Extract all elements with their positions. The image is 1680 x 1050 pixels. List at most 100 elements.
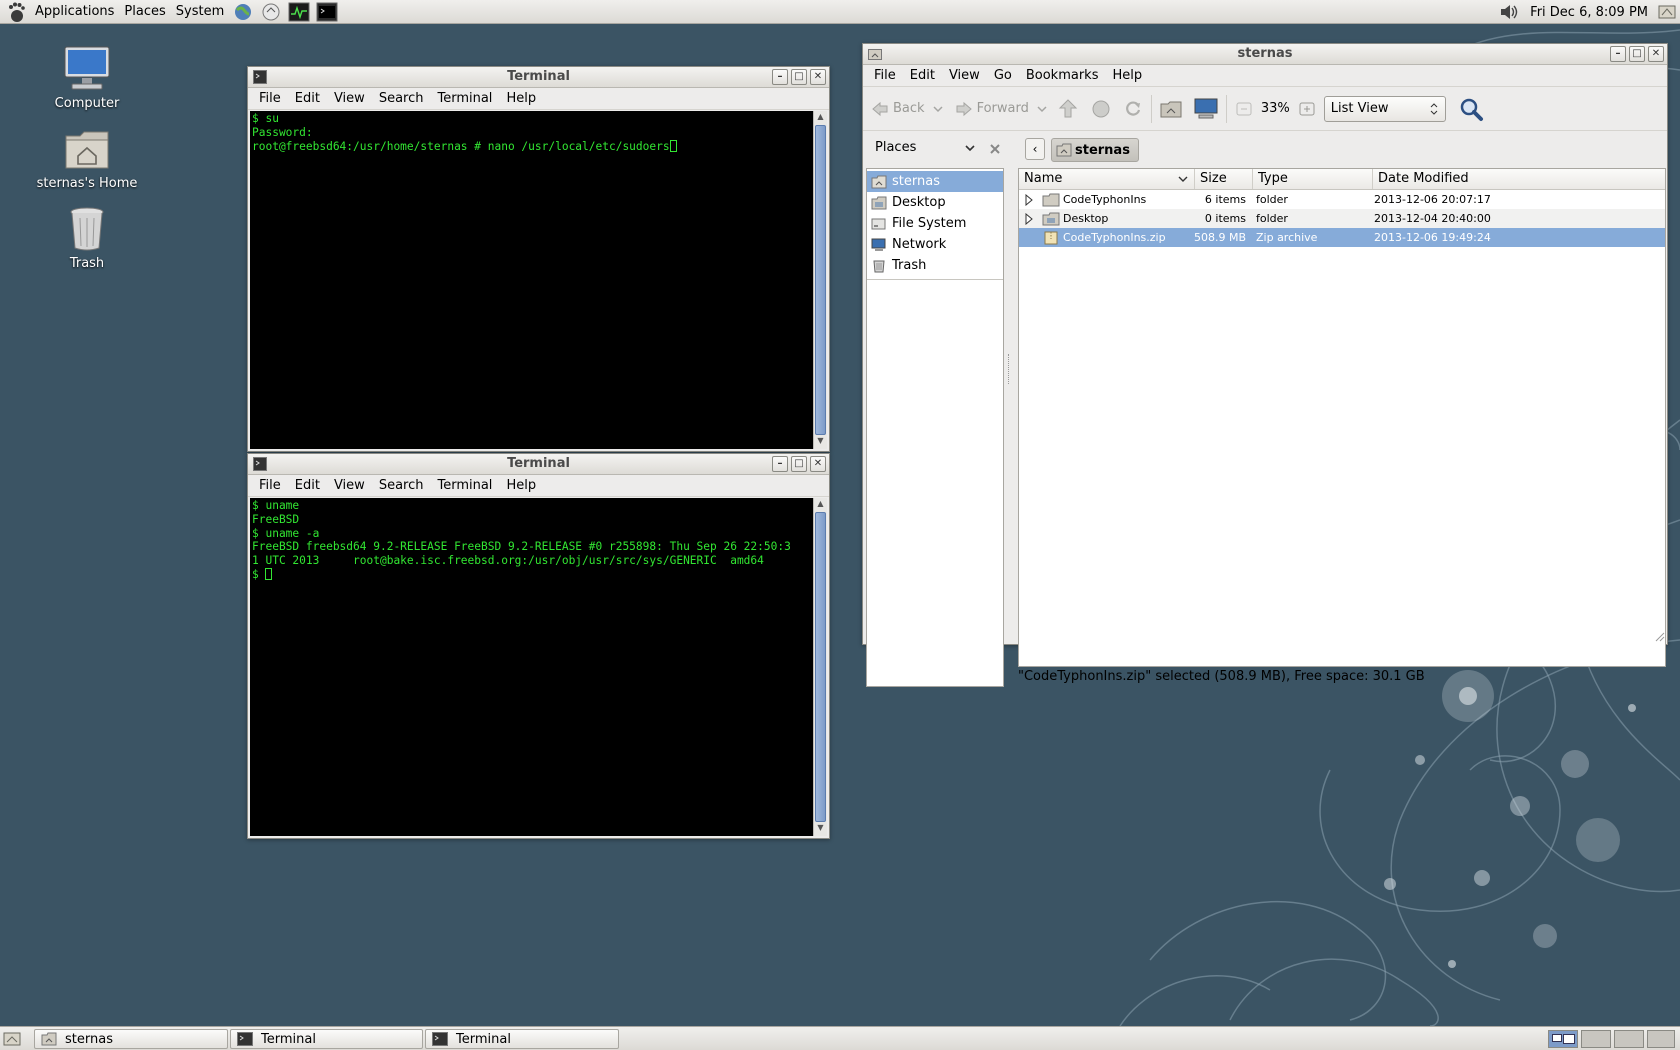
applications-menu[interactable]: Applications: [30, 0, 119, 24]
close-icon[interactable]: [989, 143, 1001, 155]
computer-icon[interactable]: [1194, 98, 1218, 120]
column-size[interactable]: Size: [1195, 169, 1253, 189]
places-sidebar: sternas Desktop File System Network Tras…: [866, 168, 1004, 687]
stop-icon[interactable]: [1091, 99, 1111, 119]
sidebar-item-network[interactable]: Network: [867, 234, 1003, 255]
minimize-button[interactable]: –: [772, 456, 788, 472]
taskbar-item-terminal-1[interactable]: Terminal: [230, 1029, 423, 1049]
taskbar-item-sternas[interactable]: sternas: [34, 1029, 228, 1049]
file-type: folder: [1256, 212, 1288, 225]
maximize-button[interactable]: □: [1629, 46, 1645, 62]
titlebar[interactable]: sternas – □ ✕: [863, 44, 1667, 65]
scrollbar-thumb[interactable]: [815, 125, 826, 435]
reload-icon[interactable]: [1123, 99, 1143, 119]
desktop-icon-label: Trash: [69, 256, 105, 271]
chevron-down-icon[interactable]: [1035, 104, 1049, 114]
terminal-output[interactable]: $ uname FreeBSD $ uname -a FreeBSD freebsd6…: [250, 498, 813, 836]
taskbar-item-terminal-2[interactable]: Terminal: [425, 1029, 619, 1049]
close-button[interactable]: ✕: [810, 456, 826, 472]
maximize-button[interactable]: □: [791, 456, 807, 472]
menu-terminal[interactable]: Terminal: [430, 91, 499, 106]
menu-terminal[interactable]: Terminal: [430, 478, 499, 493]
pane-resize-handle[interactable]: [1008, 354, 1011, 384]
menu-view[interactable]: View: [327, 91, 372, 106]
scroll-down-arrow[interactable]: ▼: [814, 436, 827, 448]
show-desktop-icon[interactable]: [1658, 3, 1676, 21]
column-date-modified[interactable]: Date Modified: [1373, 169, 1665, 189]
desktop-icon-home[interactable]: sternas's Home: [27, 124, 147, 191]
resize-grip-icon[interactable]: [1653, 630, 1665, 642]
menu-edit[interactable]: Edit: [288, 478, 327, 493]
email-client-launcher-icon[interactable]: [260, 2, 282, 22]
titlebar[interactable]: Terminal – □ ✕: [248, 67, 829, 88]
chevron-down-icon[interactable]: [931, 104, 945, 114]
expander-triangle-icon[interactable]: [1022, 212, 1036, 225]
expander-triangle-icon[interactable]: [1022, 193, 1036, 206]
sidebar-item-trash[interactable]: Trash: [867, 255, 1003, 276]
file-row[interactable]: CodeTyphonIns 6 items folder 2013-12-06 …: [1019, 190, 1665, 209]
scroll-down-arrow[interactable]: ▼: [814, 823, 827, 835]
path-back-button[interactable]: ‹: [1025, 138, 1045, 160]
scroll-up-arrow[interactable]: ▲: [814, 499, 827, 511]
menu-edit[interactable]: Edit: [903, 68, 942, 83]
workspace-2[interactable]: [1581, 1030, 1611, 1048]
maximize-button[interactable]: □: [791, 69, 807, 85]
column-name[interactable]: Name: [1019, 169, 1195, 189]
web-browser-launcher-icon[interactable]: [232, 2, 254, 22]
menu-search[interactable]: Search: [372, 478, 431, 493]
menu-go[interactable]: Go: [987, 68, 1019, 83]
desktop-icon-computer[interactable]: Computer: [27, 44, 147, 111]
sidebar-item-desktop[interactable]: Desktop: [867, 192, 1003, 213]
menu-bookmarks[interactable]: Bookmarks: [1019, 68, 1106, 83]
places-menu[interactable]: Places: [119, 0, 170, 24]
menu-help[interactable]: Help: [499, 478, 543, 493]
menu-search[interactable]: Search: [372, 91, 431, 106]
menu-file[interactable]: File: [252, 91, 288, 106]
menu-file[interactable]: File: [252, 478, 288, 493]
show-desktop-icon[interactable]: [3, 1031, 21, 1047]
titlebar[interactable]: Terminal – □ ✕: [248, 454, 829, 475]
up-arrow-icon[interactable]: [1057, 98, 1079, 120]
zoom-out-icon[interactable]: [1235, 100, 1253, 118]
path-bar-button[interactable]: sternas: [1051, 138, 1139, 162]
view-mode-select[interactable]: List View: [1323, 95, 1446, 122]
home-folder-icon[interactable]: [1160, 99, 1182, 119]
sidebar-item-sternas[interactable]: sternas: [867, 171, 1003, 192]
menu-edit[interactable]: Edit: [288, 91, 327, 106]
sidebar-item-file-system[interactable]: File System: [867, 213, 1003, 234]
menu-help[interactable]: Help: [1105, 68, 1149, 83]
workspace-4[interactable]: [1647, 1030, 1675, 1048]
file-row[interactable]: CodeTyphonIns.zip 508.9 MB Zip archive 2…: [1019, 228, 1665, 247]
file-name: CodeTyphonIns: [1063, 193, 1147, 206]
menu-help[interactable]: Help: [499, 91, 543, 106]
minimize-button[interactable]: –: [772, 69, 788, 85]
vertical-scrollbar[interactable]: ▲ ▼: [813, 111, 827, 449]
scrollbar-thumb[interactable]: [815, 512, 826, 822]
vertical-scrollbar[interactable]: ▲ ▼: [813, 498, 827, 836]
taskbar-item-label: Terminal: [456, 1031, 511, 1047]
menu-view[interactable]: View: [942, 68, 987, 83]
terminal-launcher-icon[interactable]: [316, 2, 338, 22]
back-button[interactable]: Back: [871, 100, 925, 118]
volume-icon[interactable]: [1498, 2, 1520, 22]
menu-file[interactable]: File: [867, 68, 903, 83]
close-button[interactable]: ✕: [810, 69, 826, 85]
search-icon[interactable]: [1458, 96, 1484, 122]
terminal-output[interactable]: $ su Password: root@freebsd64:/usr/home/st…: [250, 111, 813, 449]
desktop-icon-trash[interactable]: Trash: [27, 204, 147, 271]
minimize-button[interactable]: –: [1610, 46, 1626, 62]
zoom-in-icon[interactable]: [1298, 100, 1316, 118]
clock[interactable]: Fri Dec 6, 8:09 PM: [1520, 5, 1658, 20]
system-monitor-launcher-icon[interactable]: [288, 2, 310, 22]
close-button[interactable]: ✕: [1648, 46, 1664, 62]
gnome-foot-icon[interactable]: [6, 1, 26, 23]
scroll-up-arrow[interactable]: ▲: [814, 112, 827, 124]
forward-button[interactable]: Forward: [955, 100, 1029, 118]
file-row[interactable]: Desktop 0 items folder 2013-12-04 20:40:…: [1019, 209, 1665, 228]
menu-view[interactable]: View: [327, 478, 372, 493]
workspace-3[interactable]: [1614, 1030, 1644, 1048]
chevron-down-icon[interactable]: [964, 144, 976, 154]
system-menu[interactable]: System: [171, 0, 229, 24]
column-type[interactable]: Type: [1253, 169, 1373, 189]
workspace-1[interactable]: [1548, 1030, 1578, 1048]
